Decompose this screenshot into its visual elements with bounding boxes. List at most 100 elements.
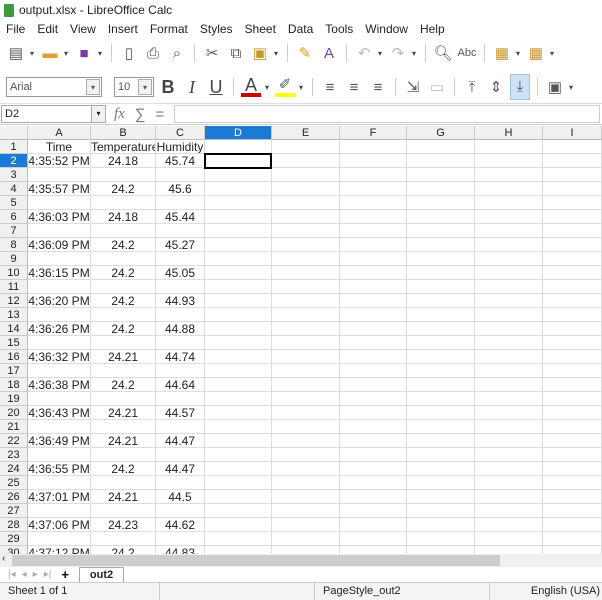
- cell-H28[interactable]: [475, 518, 543, 532]
- prev-sheet-icon[interactable]: ◂: [22, 569, 27, 580]
- redo-dropdown[interactable]: ▾: [412, 49, 418, 58]
- cell-A10[interactable]: 4:36:15 PM: [28, 266, 91, 280]
- row-header[interactable]: 7: [0, 224, 28, 238]
- cell-D3[interactable]: [205, 168, 272, 182]
- cell-C6[interactable]: 45.44: [156, 210, 205, 224]
- cell-G18[interactable]: [407, 378, 475, 392]
- number-format-currency-icon[interactable]: ▣: [545, 78, 565, 96]
- save-icon[interactable]: ■: [74, 45, 94, 62]
- cell-F28[interactable]: [340, 518, 407, 532]
- cell-A18[interactable]: 4:36:38 PM: [28, 378, 91, 392]
- cell-D28[interactable]: [205, 518, 272, 532]
- cell-G21[interactable]: [407, 420, 475, 434]
- open-folder-icon[interactable]: ▬: [40, 45, 60, 62]
- row-header[interactable]: 15: [0, 336, 28, 350]
- cell-F11[interactable]: [340, 280, 407, 294]
- paste-dropdown[interactable]: ▾: [274, 49, 280, 58]
- cell-D17[interactable]: [205, 364, 272, 378]
- cell-A24[interactable]: 4:36:55 PM: [28, 462, 91, 476]
- cell-G24[interactable]: [407, 462, 475, 476]
- cell-H20[interactable]: [475, 406, 543, 420]
- cell-E20[interactable]: [272, 406, 340, 420]
- align-right-icon[interactable]: ≡: [368, 79, 388, 96]
- align-bottom-icon[interactable]: ⤓: [510, 74, 530, 100]
- cell-A12[interactable]: 4:36:20 PM: [28, 294, 91, 308]
- cell-A22[interactable]: 4:36:49 PM: [28, 434, 91, 448]
- cell-C16[interactable]: 44.74: [156, 350, 205, 364]
- cell-I24[interactable]: [543, 462, 602, 476]
- cell-E5[interactable]: [272, 196, 340, 210]
- cell-G10[interactable]: [407, 266, 475, 280]
- cell-D19[interactable]: [205, 392, 272, 406]
- font-size-select[interactable]: 10 ▾: [114, 77, 154, 97]
- cell-E19[interactable]: [272, 392, 340, 406]
- cell-D23[interactable]: [205, 448, 272, 462]
- language[interactable]: English (USA): [490, 583, 602, 600]
- cell-C23[interactable]: [156, 448, 205, 462]
- last-sheet-icon[interactable]: ▸|: [44, 569, 52, 580]
- cell-D10[interactable]: [205, 266, 272, 280]
- cell-F23[interactable]: [340, 448, 407, 462]
- row-header[interactable]: 9: [0, 252, 28, 266]
- cell-H26[interactable]: [475, 490, 543, 504]
- cell-F6[interactable]: [340, 210, 407, 224]
- cell-E9[interactable]: [272, 252, 340, 266]
- cell-G1[interactable]: [407, 140, 475, 154]
- cell-D1[interactable]: [205, 140, 272, 154]
- cell-G23[interactable]: [407, 448, 475, 462]
- menu-view[interactable]: View: [70, 22, 96, 36]
- cell-G28[interactable]: [407, 518, 475, 532]
- cell-C22[interactable]: 44.47: [156, 434, 205, 448]
- font-color-icon[interactable]: A: [241, 76, 261, 97]
- row-header[interactable]: 1: [0, 140, 28, 154]
- cut-icon[interactable]: ✂: [202, 44, 222, 62]
- cell-D16[interactable]: [205, 350, 272, 364]
- cell-E29[interactable]: [272, 532, 340, 546]
- cell-C28[interactable]: 44.62: [156, 518, 205, 532]
- cell-I25[interactable]: [543, 476, 602, 490]
- cell-F2[interactable]: [340, 154, 407, 168]
- cell-F17[interactable]: [340, 364, 407, 378]
- cell-I22[interactable]: [543, 434, 602, 448]
- cell-E4[interactable]: [272, 182, 340, 196]
- cell-B23[interactable]: [91, 448, 156, 462]
- cell-A27[interactable]: [28, 504, 91, 518]
- horizontal-scrollbar[interactable]: ‹: [0, 553, 602, 567]
- cell-G29[interactable]: [407, 532, 475, 546]
- cell-E21[interactable]: [272, 420, 340, 434]
- new-document-icon[interactable]: ▤: [6, 44, 26, 62]
- paste-icon[interactable]: ▣: [250, 44, 270, 62]
- cell-F20[interactable]: [340, 406, 407, 420]
- menu-format[interactable]: Format: [150, 22, 188, 36]
- cell-F15[interactable]: [340, 336, 407, 350]
- cell-C8[interactable]: 45.27: [156, 238, 205, 252]
- cell-H27[interactable]: [475, 504, 543, 518]
- cell-C18[interactable]: 44.64: [156, 378, 205, 392]
- name-box[interactable]: D2 ▾: [1, 105, 106, 123]
- cell-C20[interactable]: 44.57: [156, 406, 205, 420]
- row-header[interactable]: 4: [0, 182, 28, 196]
- cell-B21[interactable]: [91, 420, 156, 434]
- cell-D26[interactable]: [205, 490, 272, 504]
- menu-insert[interactable]: Insert: [108, 22, 138, 36]
- cell-C30[interactable]: 44.83: [156, 546, 205, 554]
- cell-F14[interactable]: [340, 322, 407, 336]
- cell-G6[interactable]: [407, 210, 475, 224]
- cell-F12[interactable]: [340, 294, 407, 308]
- cell-C3[interactable]: [156, 168, 205, 182]
- cell-I11[interactable]: [543, 280, 602, 294]
- cell-B22[interactable]: 24.21: [91, 434, 156, 448]
- row-header[interactable]: 23: [0, 448, 28, 462]
- row-header[interactable]: 17: [0, 364, 28, 378]
- menu-edit[interactable]: Edit: [37, 22, 58, 36]
- cell-C2[interactable]: 45.74: [156, 154, 205, 168]
- cell-B19[interactable]: [91, 392, 156, 406]
- menu-tools[interactable]: Tools: [325, 22, 353, 36]
- cell-A7[interactable]: [28, 224, 91, 238]
- cell-D7[interactable]: [205, 224, 272, 238]
- currency-dropdown[interactable]: ▾: [569, 83, 575, 92]
- cell-H24[interactable]: [475, 462, 543, 476]
- print-icon[interactable]: ⎙: [143, 45, 163, 62]
- cell-E8[interactable]: [272, 238, 340, 252]
- cell-H18[interactable]: [475, 378, 543, 392]
